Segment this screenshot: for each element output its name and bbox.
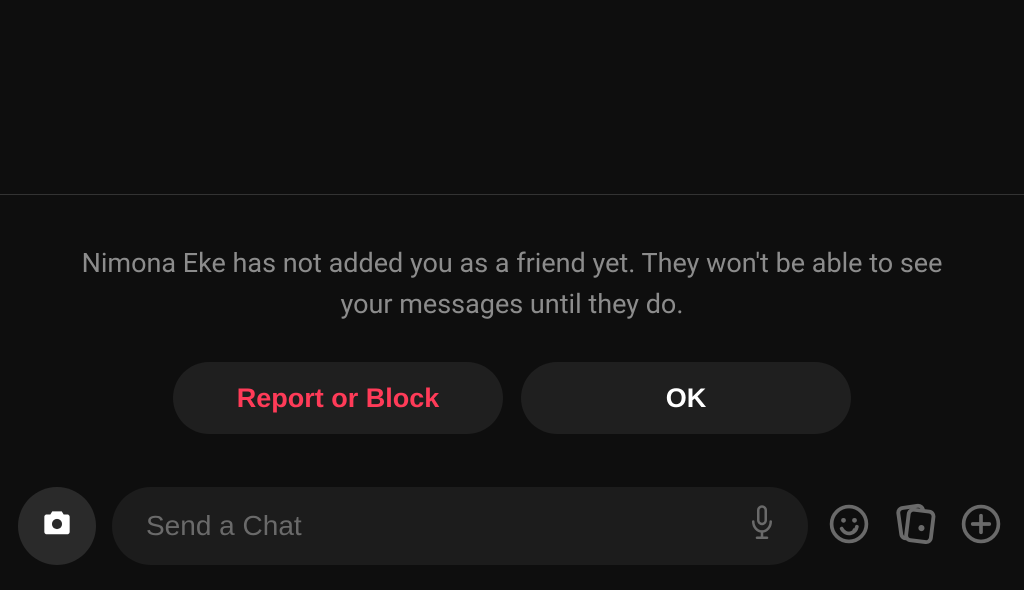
chat-input[interactable] <box>146 510 742 542</box>
gallery-icon <box>892 501 938 551</box>
friend-notice-text: Nimona Eke has not added you as a friend… <box>37 243 987 324</box>
emoji-button[interactable] <box>824 501 874 551</box>
camera-button[interactable] <box>18 487 96 565</box>
friend-notice-area: Nimona Eke has not added you as a friend… <box>0 195 1024 480</box>
smiley-icon <box>827 502 871 550</box>
report-or-block-button[interactable]: Report or Block <box>173 362 503 434</box>
chat-input-wrapper[interactable] <box>112 487 808 565</box>
add-button[interactable] <box>956 501 1006 551</box>
notice-button-row: Report or Block OK <box>173 362 851 434</box>
microphone-icon <box>747 504 777 548</box>
chat-input-bar <box>0 480 1024 590</box>
gallery-button[interactable] <box>890 501 940 551</box>
chat-history-area <box>0 0 1024 195</box>
camera-icon <box>38 505 76 547</box>
microphone-button[interactable] <box>742 506 782 546</box>
plus-circle-icon <box>959 502 1003 550</box>
ok-button[interactable]: OK <box>521 362 851 434</box>
